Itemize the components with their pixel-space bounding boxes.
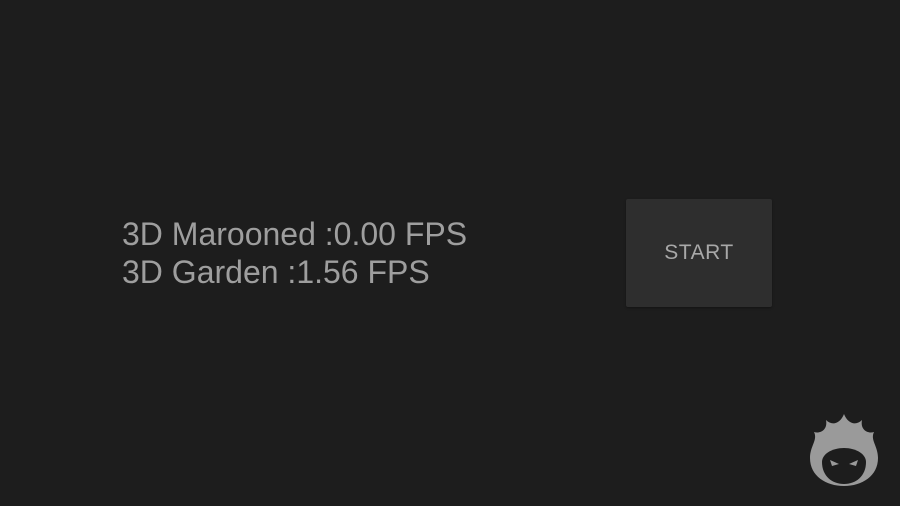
result-label: 3D Garden : [122,254,297,290]
result-row-garden: 3D Garden :1.56 FPS [122,253,467,291]
result-value: 1.56 FPS [296,254,430,290]
result-value: 0.00 FPS [333,216,468,252]
flame-mascot-logo-icon [806,410,882,490]
result-row-marooned: 3D Marooned :0.00 FPS [122,215,467,253]
fps-results: 3D Marooned :0.00 FPS 3D Garden :1.56 FP… [122,215,467,291]
start-button[interactable]: START [626,199,772,307]
start-button-label: START [664,241,734,264]
result-label: 3D Marooned : [122,216,334,252]
benchmark-screen: 3D Marooned :0.00 FPS 3D Garden :1.56 FP… [0,0,900,506]
